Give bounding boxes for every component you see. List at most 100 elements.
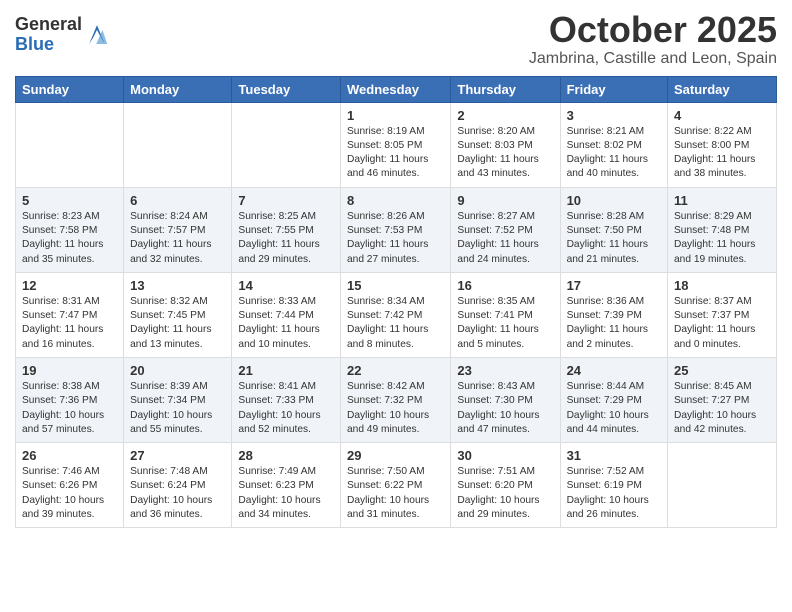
- table-row: 5Sunrise: 8:23 AMSunset: 7:58 PMDaylight…: [16, 187, 124, 272]
- day-number: 15: [347, 278, 444, 293]
- day-info: Sunrise: 8:19 AMSunset: 8:05 PMDaylight:…: [347, 125, 444, 182]
- table-row: 18 Sunrise: 8:37 AMSunset: 7:37 PMDayligh…: [668, 272, 777, 357]
- day-number: 5: [22, 193, 117, 208]
- day-number: 23: [457, 363, 553, 378]
- day-number: 7: [238, 193, 334, 208]
- calendar-table: Sunday Monday Tuesday Wednesday Thursday…: [15, 76, 777, 529]
- day-info: Sunrise: 7:48 AMSunset: 6:24 PMDaylight:…: [130, 465, 225, 522]
- day-number: 28: [238, 448, 334, 463]
- table-row: 22 Sunrise: 8:42 AMSunset: 7:32 PMDayligh…: [340, 357, 450, 442]
- day-info: Sunrise: 7:52 AMSunset: 6:19 PMDaylight:…: [567, 465, 661, 522]
- table-row: 17 Sunrise: 8:36 AMSunset: 7:39 PMDayligh…: [560, 272, 667, 357]
- day-number: 9: [457, 193, 553, 208]
- title-block: October 2025 Jambrina, Castille and Leon…: [529, 10, 777, 68]
- day-info: Sunrise: 8:31 AMSunset: 7:47 PMDaylight:…: [22, 295, 117, 352]
- table-row: 9 Sunrise: 8:27 AMSunset: 7:52 PMDaylight…: [451, 187, 560, 272]
- table-row: 28 Sunrise: 7:49 AMSunset: 6:23 PMDayligh…: [232, 443, 341, 528]
- table-row: 12 Sunrise: 8:31 AMSunset: 7:47 PMDayligh…: [16, 272, 124, 357]
- header-sunday: Sunday: [16, 76, 124, 102]
- logo-text: General Blue: [15, 15, 82, 55]
- table-row: 2 Sunrise: 8:20 AMSunset: 8:03 PMDaylight…: [451, 102, 560, 187]
- table-row: 27 Sunrise: 7:48 AMSunset: 6:24 PMDayligh…: [124, 443, 232, 528]
- day-info: Sunrise: 8:44 AMSunset: 7:29 PMDaylight:…: [567, 380, 661, 437]
- table-row: 13 Sunrise: 8:32 AMSunset: 7:45 PMDayligh…: [124, 272, 232, 357]
- day-number: 25: [674, 363, 770, 378]
- logo-blue: Blue: [15, 35, 82, 55]
- day-number: 12: [22, 278, 117, 293]
- table-row: 19Sunrise: 8:38 AMSunset: 7:36 PMDayligh…: [16, 357, 124, 442]
- header-monday: Monday: [124, 76, 232, 102]
- table-row: 11 Sunrise: 8:29 AMSunset: 7:48 PMDayligh…: [668, 187, 777, 272]
- day-info: Sunrise: 7:51 AMSunset: 6:20 PMDaylight:…: [457, 465, 553, 522]
- day-number: 11: [674, 193, 770, 208]
- table-row: 16Sunrise: 8:35 AMSunset: 7:41 PMDayligh…: [451, 272, 560, 357]
- day-info: Sunrise: 8:29 AMSunset: 7:48 PMDaylight:…: [674, 210, 770, 267]
- day-info: Sunrise: 8:20 AMSunset: 8:03 PMDaylight:…: [457, 125, 553, 182]
- day-number: 6: [130, 193, 225, 208]
- day-number: 22: [347, 363, 444, 378]
- table-row: [16, 102, 124, 187]
- day-info: Sunrise: 8:37 AMSunset: 7:37 PMDaylight:…: [674, 295, 770, 352]
- header-friday: Friday: [560, 76, 667, 102]
- day-info: Sunrise: 7:50 AMSunset: 6:22 PMDaylight:…: [347, 465, 444, 522]
- table-row: 21Sunrise: 8:41 AMSunset: 7:33 PMDayligh…: [232, 357, 341, 442]
- day-info: Sunrise: 8:36 AMSunset: 7:39 PMDaylight:…: [567, 295, 661, 352]
- table-row: 8 Sunrise: 8:26 AMSunset: 7:53 PMDaylight…: [340, 187, 450, 272]
- logo: General Blue: [15, 10, 109, 55]
- table-row: 15 Sunrise: 8:34 AMSunset: 7:42 PMDayligh…: [340, 272, 450, 357]
- table-row: 29 Sunrise: 7:50 AMSunset: 6:22 PMDayligh…: [340, 443, 450, 528]
- table-row: 23 Sunrise: 8:43 AMSunset: 7:30 PMDayligh…: [451, 357, 560, 442]
- day-info: Sunrise: 8:41 AMSunset: 7:33 PMDaylight:…: [238, 380, 334, 437]
- day-info: Sunrise: 7:49 AMSunset: 6:23 PMDaylight:…: [238, 465, 334, 522]
- day-info: Sunrise: 8:42 AMSunset: 7:32 PMDaylight:…: [347, 380, 444, 437]
- day-info: Sunrise: 8:43 AMSunset: 7:30 PMDaylight:…: [457, 380, 553, 437]
- day-number: 30: [457, 448, 553, 463]
- header-wednesday: Wednesday: [340, 76, 450, 102]
- table-row: 10 Sunrise: 8:28 AMSunset: 7:50 PMDayligh…: [560, 187, 667, 272]
- table-row: 25 Sunrise: 8:45 AMSunset: 7:27 PMDayligh…: [668, 357, 777, 442]
- calendar-week-5: 26Sunrise: 7:46 AMSunset: 6:26 PMDayligh…: [16, 443, 777, 528]
- table-row: 30 Sunrise: 7:51 AMSunset: 6:20 PMDayligh…: [451, 443, 560, 528]
- month-title: October 2025: [529, 10, 777, 50]
- page: General Blue October 2025 Jambrina, Cast…: [0, 0, 792, 612]
- day-info: Sunrise: 8:26 AMSunset: 7:53 PMDaylight:…: [347, 210, 444, 267]
- day-number: 13: [130, 278, 225, 293]
- day-number: 24: [567, 363, 661, 378]
- day-info: Sunrise: 8:34 AMSunset: 7:42 PMDaylight:…: [347, 295, 444, 352]
- logo-general: General: [15, 15, 82, 35]
- table-row: 4Sunrise: 8:22 AMSunset: 8:00 PMDaylight…: [668, 102, 777, 187]
- day-number: 14: [238, 278, 334, 293]
- header: General Blue October 2025 Jambrina, Cast…: [15, 10, 777, 68]
- table-row: 26Sunrise: 7:46 AMSunset: 6:26 PMDayligh…: [16, 443, 124, 528]
- table-row: 14 Sunrise: 8:33 AMSunset: 7:44 PMDayligh…: [232, 272, 341, 357]
- day-info: Sunrise: 8:28 AMSunset: 7:50 PMDaylight:…: [567, 210, 661, 267]
- day-number: 10: [567, 193, 661, 208]
- table-row: [668, 443, 777, 528]
- day-number: 3: [567, 108, 661, 123]
- day-number: 27: [130, 448, 225, 463]
- table-row: 20Sunrise: 8:39 AMSunset: 7:34 PMDayligh…: [124, 357, 232, 442]
- day-info: Sunrise: 8:32 AMSunset: 7:45 PMDaylight:…: [130, 295, 225, 352]
- day-info: Sunrise: 8:21 AMSunset: 8:02 PMDaylight:…: [567, 125, 661, 182]
- calendar-header-row: Sunday Monday Tuesday Wednesday Thursday…: [16, 76, 777, 102]
- day-info: Sunrise: 8:45 AMSunset: 7:27 PMDaylight:…: [674, 380, 770, 437]
- day-number: 29: [347, 448, 444, 463]
- calendar-week-4: 19Sunrise: 8:38 AMSunset: 7:36 PMDayligh…: [16, 357, 777, 442]
- table-row: [232, 102, 341, 187]
- location-title: Jambrina, Castille and Leon, Spain: [529, 50, 777, 68]
- table-row: 6Sunrise: 8:24 AMSunset: 7:57 PMDaylight…: [124, 187, 232, 272]
- logo-icon: [85, 22, 109, 44]
- day-number: 17: [567, 278, 661, 293]
- table-row: 3 Sunrise: 8:21 AMSunset: 8:02 PMDaylight…: [560, 102, 667, 187]
- day-number: 8: [347, 193, 444, 208]
- day-info: Sunrise: 8:33 AMSunset: 7:44 PMDaylight:…: [238, 295, 334, 352]
- day-number: 20: [130, 363, 225, 378]
- table-row: 31Sunrise: 7:52 AMSunset: 6:19 PMDayligh…: [560, 443, 667, 528]
- day-number: 2: [457, 108, 553, 123]
- calendar-week-3: 12 Sunrise: 8:31 AMSunset: 7:47 PMDayligh…: [16, 272, 777, 357]
- day-info: Sunrise: 8:22 AMSunset: 8:00 PMDaylight:…: [674, 125, 770, 182]
- day-info: Sunrise: 8:27 AMSunset: 7:52 PMDaylight:…: [457, 210, 553, 267]
- day-number: 19: [22, 363, 117, 378]
- header-thursday: Thursday: [451, 76, 560, 102]
- day-number: 18: [674, 278, 770, 293]
